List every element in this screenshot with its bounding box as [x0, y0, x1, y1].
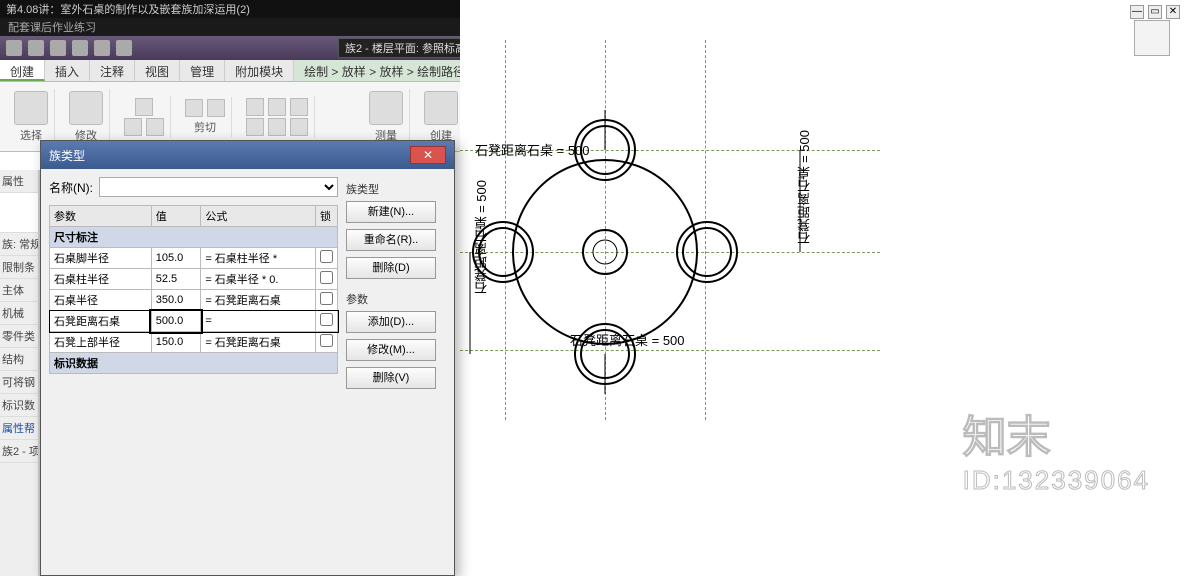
tab-annotate[interactable]: 注释	[90, 60, 135, 81]
name-combobox[interactable]	[99, 177, 338, 197]
video-subtitle: 配套课后作业练习	[8, 19, 96, 35]
align-icon[interactable]	[246, 98, 264, 116]
drawing-canvas[interactable]: — ▭ ✕ 石凳距离石桌 = 500 石凳距离石桌 = 500 石凳距离石桌 =…	[460, 0, 1190, 576]
section-family-type: 族类型	[346, 181, 446, 197]
qat-undo-icon[interactable]	[72, 40, 88, 56]
col-lock[interactable]: 锁	[316, 206, 338, 227]
prop-constraints[interactable]: 限制条	[0, 256, 38, 279]
join-icon[interactable]	[207, 99, 225, 117]
watermark-brand: 知末	[963, 401, 1150, 465]
table-row: 石桌脚半径 105.0 = 石桌柱半径 *	[50, 248, 338, 269]
name-label: 名称(N):	[49, 179, 93, 196]
dimension-right[interactable]: 石凳距离石桌 = 500	[795, 130, 814, 245]
prop-parts[interactable]: 零件类	[0, 325, 38, 348]
offset-icon[interactable]	[268, 98, 286, 116]
mirror-icon[interactable]	[290, 98, 308, 116]
tab-manage[interactable]: 管理	[180, 60, 225, 81]
tab-addins[interactable]: 附加模块	[225, 60, 294, 81]
tab-insert[interactable]: 插入	[45, 60, 90, 81]
plan-drawing	[460, 0, 880, 420]
copy-icon[interactable]	[268, 118, 286, 136]
cut-icon[interactable]	[185, 99, 203, 117]
lock-checkbox[interactable]	[320, 313, 333, 326]
delete-type-button[interactable]: 删除(D)	[346, 257, 436, 279]
lock-checkbox[interactable]	[320, 334, 333, 347]
dialog-titlebar[interactable]: 族类型 ✕	[41, 141, 454, 169]
prop-family[interactable]: 族: 常规	[0, 233, 38, 256]
prop-thumb	[0, 193, 38, 233]
qat-save-icon[interactable]	[50, 40, 66, 56]
prop-identity[interactable]: 标识数	[0, 394, 38, 417]
create-icon[interactable]	[424, 91, 458, 125]
prop-help[interactable]: 属性帮	[0, 417, 38, 440]
dimension-top[interactable]: 石凳距离石桌 = 500	[475, 140, 590, 159]
rename-type-button[interactable]: 重命名(R)..	[346, 229, 436, 251]
view-close-icon[interactable]: ✕	[1166, 5, 1180, 19]
group-select: 选择	[20, 127, 42, 143]
modify-param-button[interactable]: 修改(M)...	[346, 339, 436, 361]
dialog-title: 族类型	[49, 147, 85, 164]
document-title: 族2 - 楼层平面: 参照标高	[338, 38, 473, 58]
prop-steel[interactable]: 可将钢	[0, 371, 38, 394]
qat-print-icon[interactable]	[116, 40, 132, 56]
qat-open-icon[interactable]	[28, 40, 44, 56]
nav-cube[interactable]	[1134, 20, 1170, 56]
table-row: 石桌柱半径 52.5 = 石桌半径 * 0.	[50, 269, 338, 290]
prop-mech[interactable]: 机械	[0, 302, 38, 325]
col-param[interactable]: 参数	[50, 206, 152, 227]
prop-struct[interactable]: 结构	[0, 348, 38, 371]
clip-icon[interactable]	[124, 118, 142, 136]
col-formula[interactable]: 公式	[201, 206, 316, 227]
qat-redo-icon[interactable]	[94, 40, 110, 56]
tab-contextual-sweep[interactable]: 绘制 > 放样 > 放样 > 绘制路径	[294, 60, 476, 81]
group-cut: 剪切	[194, 119, 216, 135]
properties-panel: 属性 族: 常规 限制条 主体 机械 零件类 结构 可将钢 标识数 属性帮 族2…	[0, 170, 39, 576]
delete-param-button[interactable]: 删除(V)	[346, 367, 436, 389]
browser-root[interactable]: 族2 - 项	[0, 440, 38, 463]
view-max-icon[interactable]: ▭	[1148, 5, 1162, 19]
table-row: 石凳上部半径 150.0 = 石凳距离石桌	[50, 332, 338, 353]
table-row: 石桌半径 350.0 = 石凳距离石桌	[50, 290, 338, 311]
group-identity[interactable]: 标识数据	[50, 353, 338, 374]
rotate-icon[interactable]	[290, 118, 308, 136]
select-tool-icon[interactable]	[14, 91, 48, 125]
paste-icon[interactable]	[135, 98, 153, 116]
watermark-id: ID:132339064	[963, 465, 1150, 496]
lock-checkbox[interactable]	[320, 292, 333, 305]
video-title: 第4.08讲：室外石桌的制作以及嵌套族加深运用(2)	[6, 1, 250, 17]
group-dimensions[interactable]: 尺寸标注	[50, 227, 338, 248]
watermark: 知末 ID:132339064	[963, 401, 1150, 496]
tab-view[interactable]: 视图	[135, 60, 180, 81]
dimension-left[interactable]: 石凳距离石桌 = 500	[472, 180, 491, 295]
move-icon[interactable]	[246, 118, 264, 136]
modify-tool-icon[interactable]	[69, 91, 103, 125]
new-type-button[interactable]: 新建(N)...	[346, 201, 436, 223]
tab-create[interactable]: 创建	[0, 60, 45, 81]
parameters-table[interactable]: 参数 值 公式 锁 尺寸标注 石桌脚半径 105.0 = 石桌柱半径 * 石桌柱…	[49, 205, 338, 374]
dialog-close-button[interactable]: ✕	[410, 146, 446, 164]
measure-icon[interactable]	[369, 91, 403, 125]
section-parameter: 参数	[346, 291, 446, 307]
prop-header: 属性	[0, 170, 38, 193]
clip2-icon[interactable]	[146, 118, 164, 136]
col-value[interactable]: 值	[151, 206, 201, 227]
family-types-dialog: 族类型 ✕ 名称(N): 参数 值 公式 锁 尺寸标注 石桌脚半径 105.0 …	[40, 140, 455, 576]
prop-host[interactable]: 主体	[0, 279, 38, 302]
view-min-icon[interactable]: —	[1130, 5, 1144, 19]
table-row: 石凳距离石桌 500.0 =	[50, 311, 338, 332]
add-param-button[interactable]: 添加(D)...	[346, 311, 436, 333]
dimension-bottom[interactable]: 石凳距离石桌 = 500	[570, 330, 685, 349]
app-icon[interactable]	[6, 40, 22, 56]
lock-checkbox[interactable]	[320, 250, 333, 263]
lock-checkbox[interactable]	[320, 271, 333, 284]
